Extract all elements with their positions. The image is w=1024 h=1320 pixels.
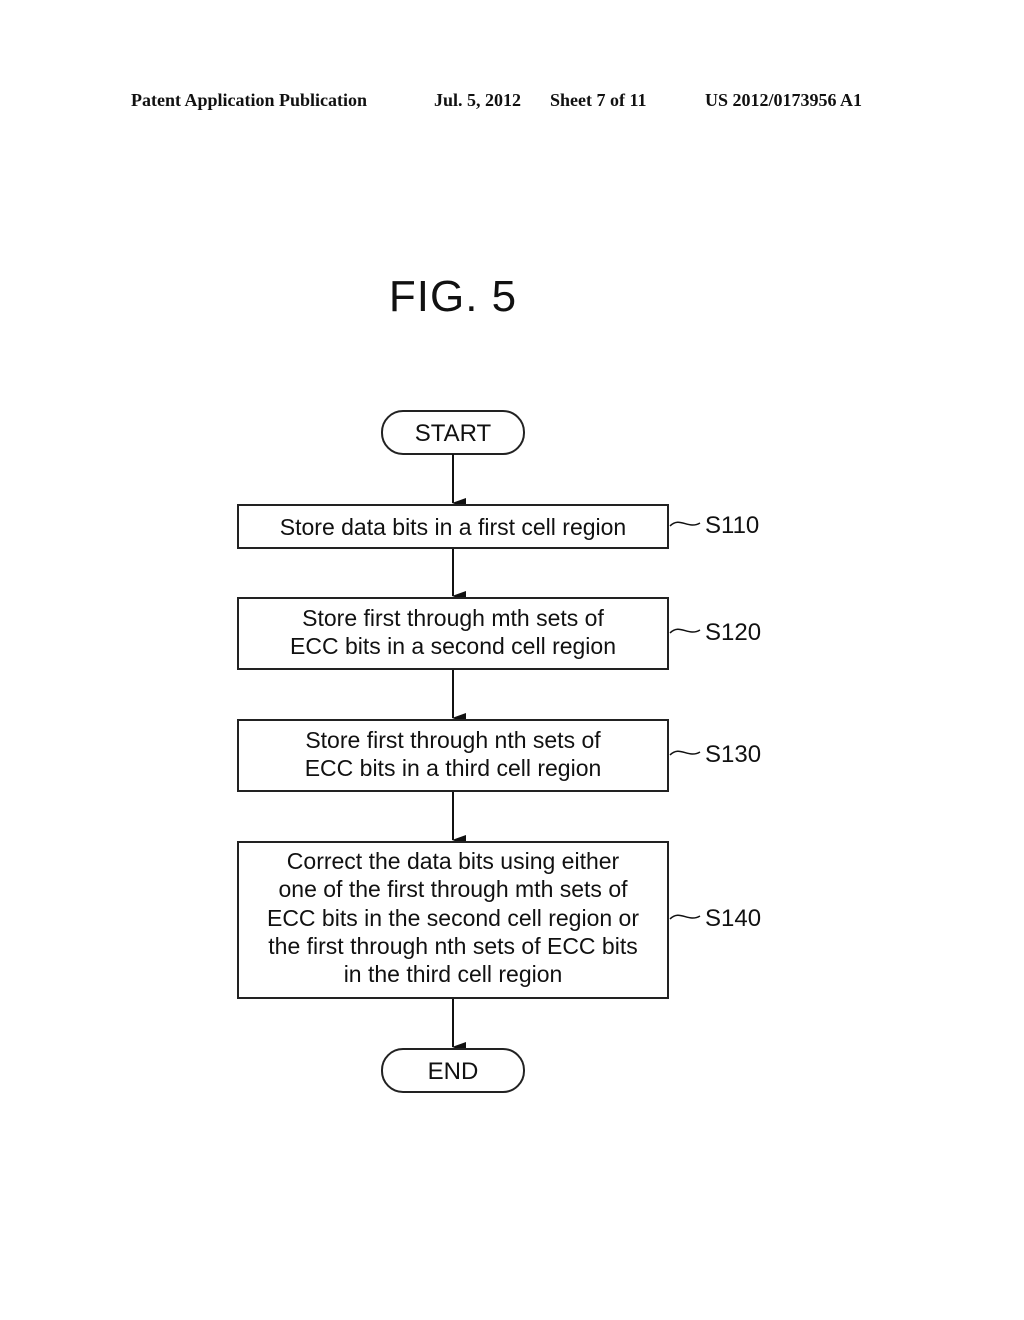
leader-line-s130 — [669, 750, 701, 756]
ref-label-s130: S130 — [705, 741, 761, 768]
step-s120-line-1: Store first through mth sets of — [302, 605, 604, 631]
step-s140-line-2: one of the first through mth sets of — [278, 876, 628, 902]
ref-label-s110: S110 — [705, 512, 759, 539]
step-s140-line-1: Correct the data bits using either — [287, 848, 620, 874]
step-s130-line-2: ECC bits in a third cell region — [305, 755, 602, 781]
start-label: START — [415, 420, 492, 447]
ref-label-s140: S140 — [705, 905, 761, 932]
end-label: END — [428, 1058, 479, 1085]
ref-label-s120: S120 — [705, 619, 761, 646]
leader-line-s110 — [669, 521, 701, 527]
start-terminal: START — [381, 410, 525, 455]
step-s130-line-1: Store first through nth sets of — [305, 727, 601, 753]
step-s120: Store first through mth sets of ECC bits… — [237, 597, 761, 670]
leader-line-s120 — [669, 628, 701, 634]
step-s120-line-2: ECC bits in a second cell region — [290, 633, 616, 659]
step-s140-line-4: the first through nth sets of ECC bits — [268, 933, 637, 959]
end-terminal: END — [381, 1048, 525, 1093]
flowchart: START Store data bits in a first cell re… — [237, 410, 761, 1093]
step-s140: Correct the data bits using either one o… — [237, 841, 761, 999]
step-s110-line-1: Store data bits in a first cell region — [280, 514, 626, 540]
step-s110: Store data bits in a first cell region S… — [237, 504, 759, 549]
step-s140-line-5: in the third cell region — [344, 961, 563, 987]
step-s130: Store first through nth sets of ECC bits… — [237, 719, 761, 792]
leader-line-s140 — [669, 914, 701, 920]
step-s140-line-3: ECC bits in the second cell region or — [267, 905, 639, 931]
